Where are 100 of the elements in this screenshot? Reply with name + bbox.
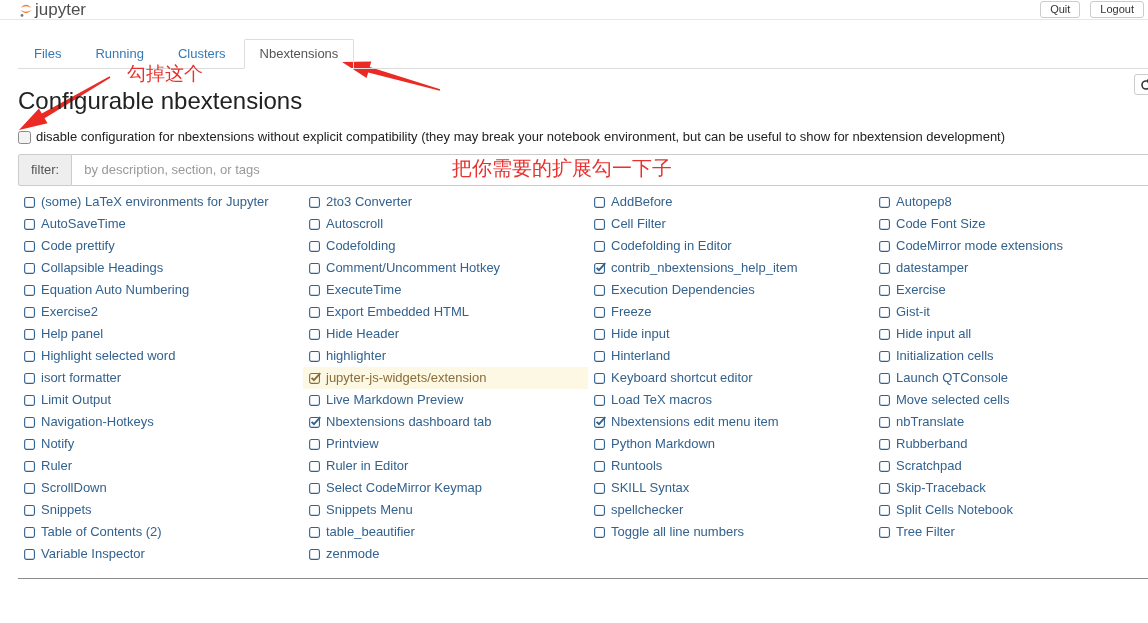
checkbox[interactable] — [594, 372, 606, 384]
checkbox[interactable] — [24, 196, 36, 208]
checkbox[interactable] — [309, 328, 321, 340]
tab[interactable]: Files — [18, 39, 78, 69]
extension-link[interactable]: Move selected cells — [896, 391, 1010, 409]
checkbox[interactable] — [24, 372, 36, 384]
extension-link[interactable]: AutoSaveTime — [41, 215, 126, 233]
extension-link[interactable]: Snippets — [41, 501, 92, 519]
extension-link[interactable]: Code Font Size — [896, 215, 986, 233]
checkbox[interactable] — [879, 262, 891, 274]
checkbox[interactable] — [594, 350, 606, 362]
checkbox[interactable] — [879, 504, 891, 516]
extension-link[interactable]: Select CodeMirror Keymap — [326, 479, 483, 497]
extension-link[interactable]: Table of Contents (2) — [41, 523, 162, 541]
checkbox[interactable] — [594, 306, 606, 318]
extension-link[interactable]: Variable Inspector — [41, 545, 145, 563]
checkbox[interactable] — [24, 482, 36, 494]
checkbox[interactable] — [879, 372, 891, 384]
checkbox[interactable] — [879, 438, 891, 450]
checkbox[interactable] — [594, 416, 606, 428]
extension-link[interactable]: 2to3 Converter — [326, 193, 412, 211]
extension-link[interactable]: (some) LaTeX environments for Jupyter — [41, 193, 269, 211]
extension-link[interactable]: contrib_nbextensions_help_item — [611, 259, 798, 277]
extension-link[interactable]: nbTranslate — [896, 413, 965, 431]
checkbox[interactable] — [594, 328, 606, 340]
extension-link[interactable]: Code prettify — [41, 237, 115, 255]
checkbox[interactable] — [309, 548, 321, 560]
extension-link[interactable]: Snippets Menu — [326, 501, 413, 519]
checkbox[interactable] — [594, 526, 606, 538]
checkbox[interactable] — [309, 306, 321, 318]
extension-link[interactable]: Limit Output — [41, 391, 112, 409]
extension-link[interactable]: Scratchpad — [896, 457, 962, 475]
extension-link[interactable]: Comment/Uncomment Hotkey — [326, 259, 501, 277]
extension-link[interactable]: Exercise2 — [41, 303, 99, 321]
extension-link[interactable]: Load TeX macros — [611, 391, 712, 409]
checkbox[interactable] — [24, 460, 36, 472]
extension-link[interactable]: Gist-it — [896, 303, 930, 321]
checkbox[interactable] — [309, 394, 321, 406]
checkbox[interactable] — [879, 218, 891, 230]
extension-link[interactable]: Navigation-Hotkeys — [41, 413, 154, 431]
extension-link[interactable]: spellchecker — [611, 501, 684, 519]
checkbox[interactable] — [24, 262, 36, 274]
extension-link[interactable]: SKILL Syntax — [611, 479, 690, 497]
checkbox[interactable] — [24, 240, 36, 252]
extension-link[interactable]: isort formatter — [41, 369, 122, 387]
checkbox[interactable] — [594, 438, 606, 450]
checkbox[interactable] — [879, 526, 891, 538]
checkbox[interactable] — [24, 306, 36, 318]
extension-link[interactable]: Help panel — [41, 325, 104, 343]
extension-link[interactable]: Equation Auto Numbering — [41, 281, 190, 299]
checkbox[interactable] — [309, 372, 321, 384]
checkbox[interactable] — [24, 438, 36, 450]
checkbox[interactable] — [309, 350, 321, 362]
checkbox[interactable] — [879, 460, 891, 472]
extension-link[interactable]: Python Markdown — [611, 435, 716, 453]
checkbox[interactable] — [309, 416, 321, 428]
extension-link[interactable]: Launch QTConsole — [896, 369, 1008, 387]
extension-link[interactable]: Nbextensions edit menu item — [611, 413, 779, 431]
checkbox[interactable] — [594, 460, 606, 472]
extension-link[interactable]: table_beautifier — [326, 523, 415, 541]
checkbox[interactable] — [594, 284, 606, 296]
extension-link[interactable]: Execution Dependencies — [611, 281, 755, 299]
checkbox[interactable] — [879, 196, 891, 208]
extension-link[interactable]: Codefolding in Editor — [611, 237, 732, 255]
checkbox[interactable] — [879, 240, 891, 252]
extension-link[interactable]: Codefolding — [326, 237, 396, 255]
tab[interactable]: Nbextensions — [243, 39, 355, 69]
extension-link[interactable]: Rubberband — [896, 435, 968, 453]
extension-link[interactable]: Split Cells Notebook — [896, 501, 1014, 519]
checkbox[interactable] — [309, 196, 321, 208]
extension-link[interactable]: Nbextensions dashboard tab — [326, 413, 492, 431]
extension-link[interactable]: ScrollDown — [41, 479, 107, 497]
extension-link[interactable]: jupyter-js-widgets/extension — [326, 369, 487, 387]
checkbox[interactable] — [879, 284, 891, 296]
checkbox[interactable] — [594, 262, 606, 274]
extension-link[interactable]: datestamper — [896, 259, 969, 277]
checkbox[interactable] — [879, 394, 891, 406]
extension-link[interactable]: Printview — [326, 435, 379, 453]
checkbox[interactable] — [594, 240, 606, 252]
extension-link[interactable]: Cell Filter — [611, 215, 666, 233]
extension-link[interactable]: Ruler — [41, 457, 73, 475]
extension-link[interactable]: Keyboard shortcut editor — [611, 369, 753, 387]
checkbox[interactable] — [309, 460, 321, 472]
extension-link[interactable]: Exercise — [896, 281, 946, 299]
extension-link[interactable]: Hide input — [611, 325, 670, 343]
extension-link[interactable]: Highlight selected word — [41, 347, 176, 365]
extension-link[interactable]: Skip-Traceback — [896, 479, 986, 497]
checkbox[interactable] — [879, 306, 891, 318]
extension-link[interactable]: Collapsible Headings — [41, 259, 164, 277]
checkbox[interactable] — [24, 394, 36, 406]
checkbox[interactable] — [879, 350, 891, 362]
checkbox[interactable] — [24, 350, 36, 362]
extension-link[interactable]: Hide Header — [326, 325, 399, 343]
extension-link[interactable]: highlighter — [326, 347, 386, 365]
extension-link[interactable]: Live Markdown Preview — [326, 391, 464, 409]
checkbox[interactable] — [24, 328, 36, 340]
extension-link[interactable]: Tree Filter — [896, 523, 955, 541]
extension-link[interactable]: ExecuteTime — [326, 281, 402, 299]
checkbox[interactable] — [879, 482, 891, 494]
checkbox[interactable] — [594, 482, 606, 494]
